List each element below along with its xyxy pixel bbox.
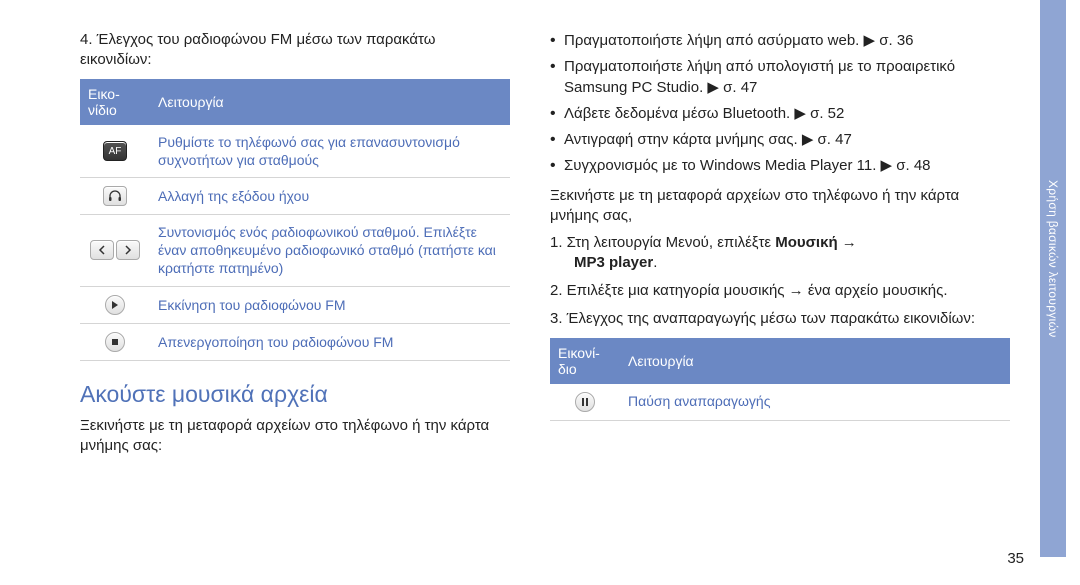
page-number: 35 — [1007, 550, 1024, 567]
table-row: AF Ρυθμίστε το τηλέφωνό σας για επανασυν… — [80, 125, 510, 178]
play-icon — [105, 295, 125, 315]
step-1: 1. Στη λειτουργία Μενού, επιλέξτε Μουσικ… — [550, 233, 1010, 274]
step-2: 2. Επιλέξτε μια κατηγορία μουσικής → ένα… — [550, 281, 1010, 301]
row-text: Ρυθμίστε το τηλέφωνό σας για επανασυντον… — [150, 125, 510, 178]
af-icon: AF — [103, 141, 127, 161]
prev-icon — [90, 240, 114, 260]
step1-bold1: Μουσική — [775, 234, 837, 251]
list-item: Λάβετε δεδομένα μέσω Bluetooth. ▶ σ. 52 — [550, 103, 1010, 124]
table-row: Αλλαγή της εξόδου ήχου — [80, 177, 510, 214]
transfer-bullets: Πραγματοποιήστε λήψη από ασύρματο web. ▶… — [550, 30, 1010, 176]
list-item: Συγχρονισμός με το Windows Media Player … — [550, 155, 1010, 176]
playback-icon-table: Εικονί- διο Λειτουργία Παύση αναπαραγωγή… — [550, 338, 1010, 421]
table-row: Συντονισμός ενός ραδιοφωνικού σταθμού. Ε… — [80, 215, 510, 287]
pause-icon — [575, 392, 595, 412]
step-4: 4. Έλεγχος του ραδιοφώνου FM μέσω των πα… — [80, 30, 510, 71]
intro2-text: Ξεκινήστε με τη μεταφορά αρχείων στο τηλ… — [550, 186, 1010, 227]
fm-icon-table: Εικο- νίδιο Λειτουργία AF Ρυθμίστε το τη… — [80, 79, 510, 361]
row-text: Παύση αναπαραγωγής — [620, 384, 1010, 421]
intro-text: Ξεκινήστε με τη μεταφορά αρχείων στο τηλ… — [80, 416, 510, 457]
headphones-icon — [103, 186, 127, 206]
th-icon: Εικο- νίδιο — [80, 79, 150, 125]
th-func: Λειτουργία — [150, 79, 510, 125]
list-item: Πραγματοποιήστε λήψη από υπολογιστή με τ… — [550, 56, 1010, 98]
table-row: Εκκίνηση του ραδιοφώνου FM — [80, 286, 510, 323]
th2-icon: Εικονί- διο — [550, 338, 620, 384]
step1-bold2: MP3 player — [550, 254, 653, 271]
step-3: 3. Έλεγχος της αναπαραγωγής μέσω των παρ… — [550, 309, 1010, 329]
list-item: Πραγματοποιήστε λήψη από ασύρματο web. ▶… — [550, 30, 1010, 51]
next-icon — [116, 240, 140, 260]
list-item: Αντιγραφή στην κάρτα μνήμης σας. ▶ σ. 47 — [550, 129, 1010, 150]
stop-icon — [105, 332, 125, 352]
step1-a: 1. Στη λειτουργία Μενού, επιλέξτε — [550, 234, 775, 251]
row-text: Συντονισμός ενός ραδιοφωνικού σταθμού. Ε… — [150, 215, 510, 287]
row-text: Εκκίνηση του ραδιοφώνου FM — [150, 286, 510, 323]
table-row: Απενεργοποίηση του ραδιοφώνου FM — [80, 323, 510, 360]
step1-c: → — [838, 234, 857, 251]
table-row: Παύση αναπαραγωγής — [550, 384, 1010, 421]
row-text: Αλλαγή της εξόδου ήχου — [150, 177, 510, 214]
row-text: Απενεργοποίηση του ραδιοφώνου FM — [150, 323, 510, 360]
th2-func: Λειτουργία — [620, 338, 1010, 384]
step1-e: . — [653, 254, 657, 271]
side-tab-label: Χρήση βασικών λειτουργιών — [1046, 180, 1060, 338]
section-heading: Ακούστε μουσικά αρχεία — [80, 381, 510, 408]
side-tab: Χρήση βασικών λειτουργιών — [1040, 0, 1066, 557]
